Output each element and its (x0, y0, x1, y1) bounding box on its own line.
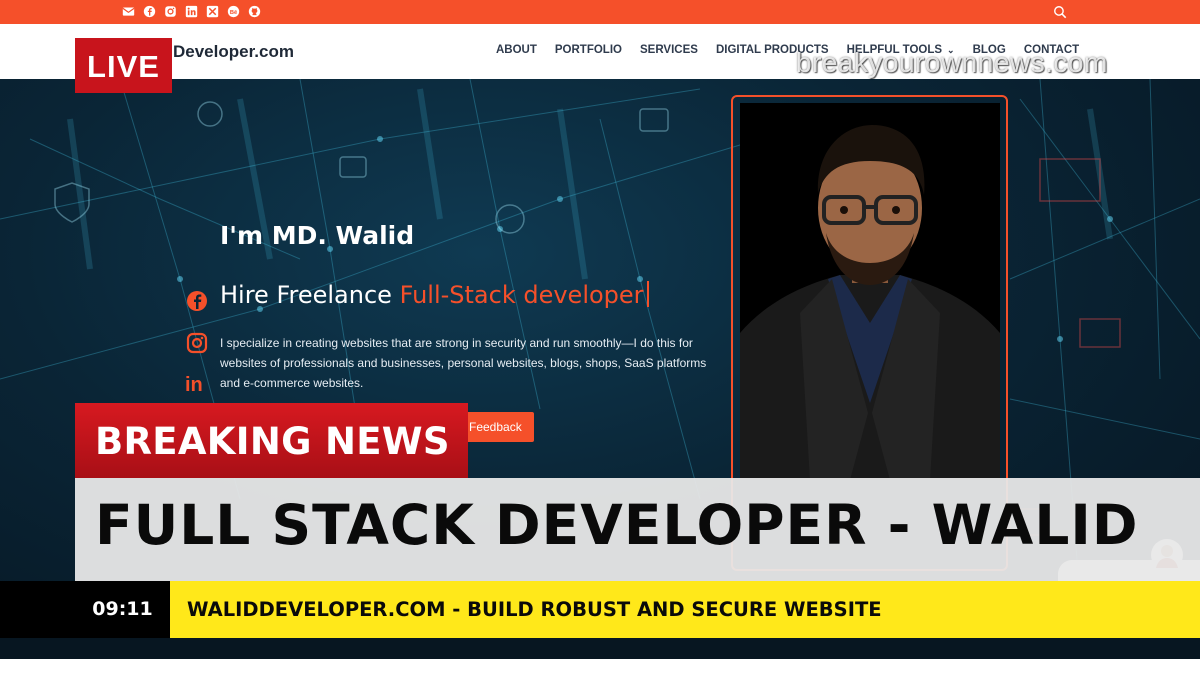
hero-bottom-strip (0, 638, 1200, 659)
site-brand[interactable]: Developer.com (173, 42, 294, 62)
linkedin-icon[interactable]: in (185, 371, 209, 395)
ticker-left-block (0, 581, 75, 638)
hero-greeting: I'm MD. Walid (220, 221, 415, 250)
top-social-links: Bē (122, 5, 261, 18)
nav-portfolio[interactable]: PORTFOLIO (555, 44, 622, 56)
hero-role-prefix: Hire Freelance (220, 281, 392, 309)
news-time: 09:11 (75, 581, 170, 638)
live-badge: LIVE (75, 38, 172, 93)
svg-text:in: in (185, 374, 203, 395)
facebook-icon[interactable] (143, 5, 156, 18)
news-headline: FULL STACK DEVELOPER - WALID (95, 493, 1139, 557)
watermark: breakyourownnews.com (796, 47, 1108, 78)
page-bottom (0, 659, 1200, 675)
portrait-photo (740, 103, 1000, 480)
svg-text:Bē: Bē (230, 10, 237, 16)
facebook-icon[interactable] (185, 289, 209, 313)
hero-role: Hire Freelance Full-Stack developer (220, 281, 649, 309)
news-ticker: WALIDDEVELOPER.COM - BUILD ROBUST AND SE… (170, 581, 1200, 638)
hero-role-accent: Full-Stack developer (399, 281, 644, 309)
nav-about[interactable]: ABOUT (496, 44, 537, 56)
x-icon[interactable] (206, 5, 219, 18)
typing-caret (646, 281, 649, 307)
instagram-icon[interactable] (164, 5, 177, 18)
hero-description: I specialize in creating websites that a… (220, 336, 707, 390)
behance-icon[interactable]: Bē (227, 5, 240, 18)
top-social-bar: Bē (0, 0, 1200, 24)
portrait-image (740, 103, 1000, 480)
email-icon[interactable] (122, 5, 135, 18)
github-icon[interactable] (248, 5, 261, 18)
instagram-icon[interactable] (185, 331, 209, 355)
breaking-news-label: BREAKING NEWS (75, 403, 468, 478)
nav-services[interactable]: SERVICES (640, 44, 698, 56)
search-icon[interactable] (1053, 5, 1067, 19)
linkedin-icon[interactable] (185, 5, 198, 18)
